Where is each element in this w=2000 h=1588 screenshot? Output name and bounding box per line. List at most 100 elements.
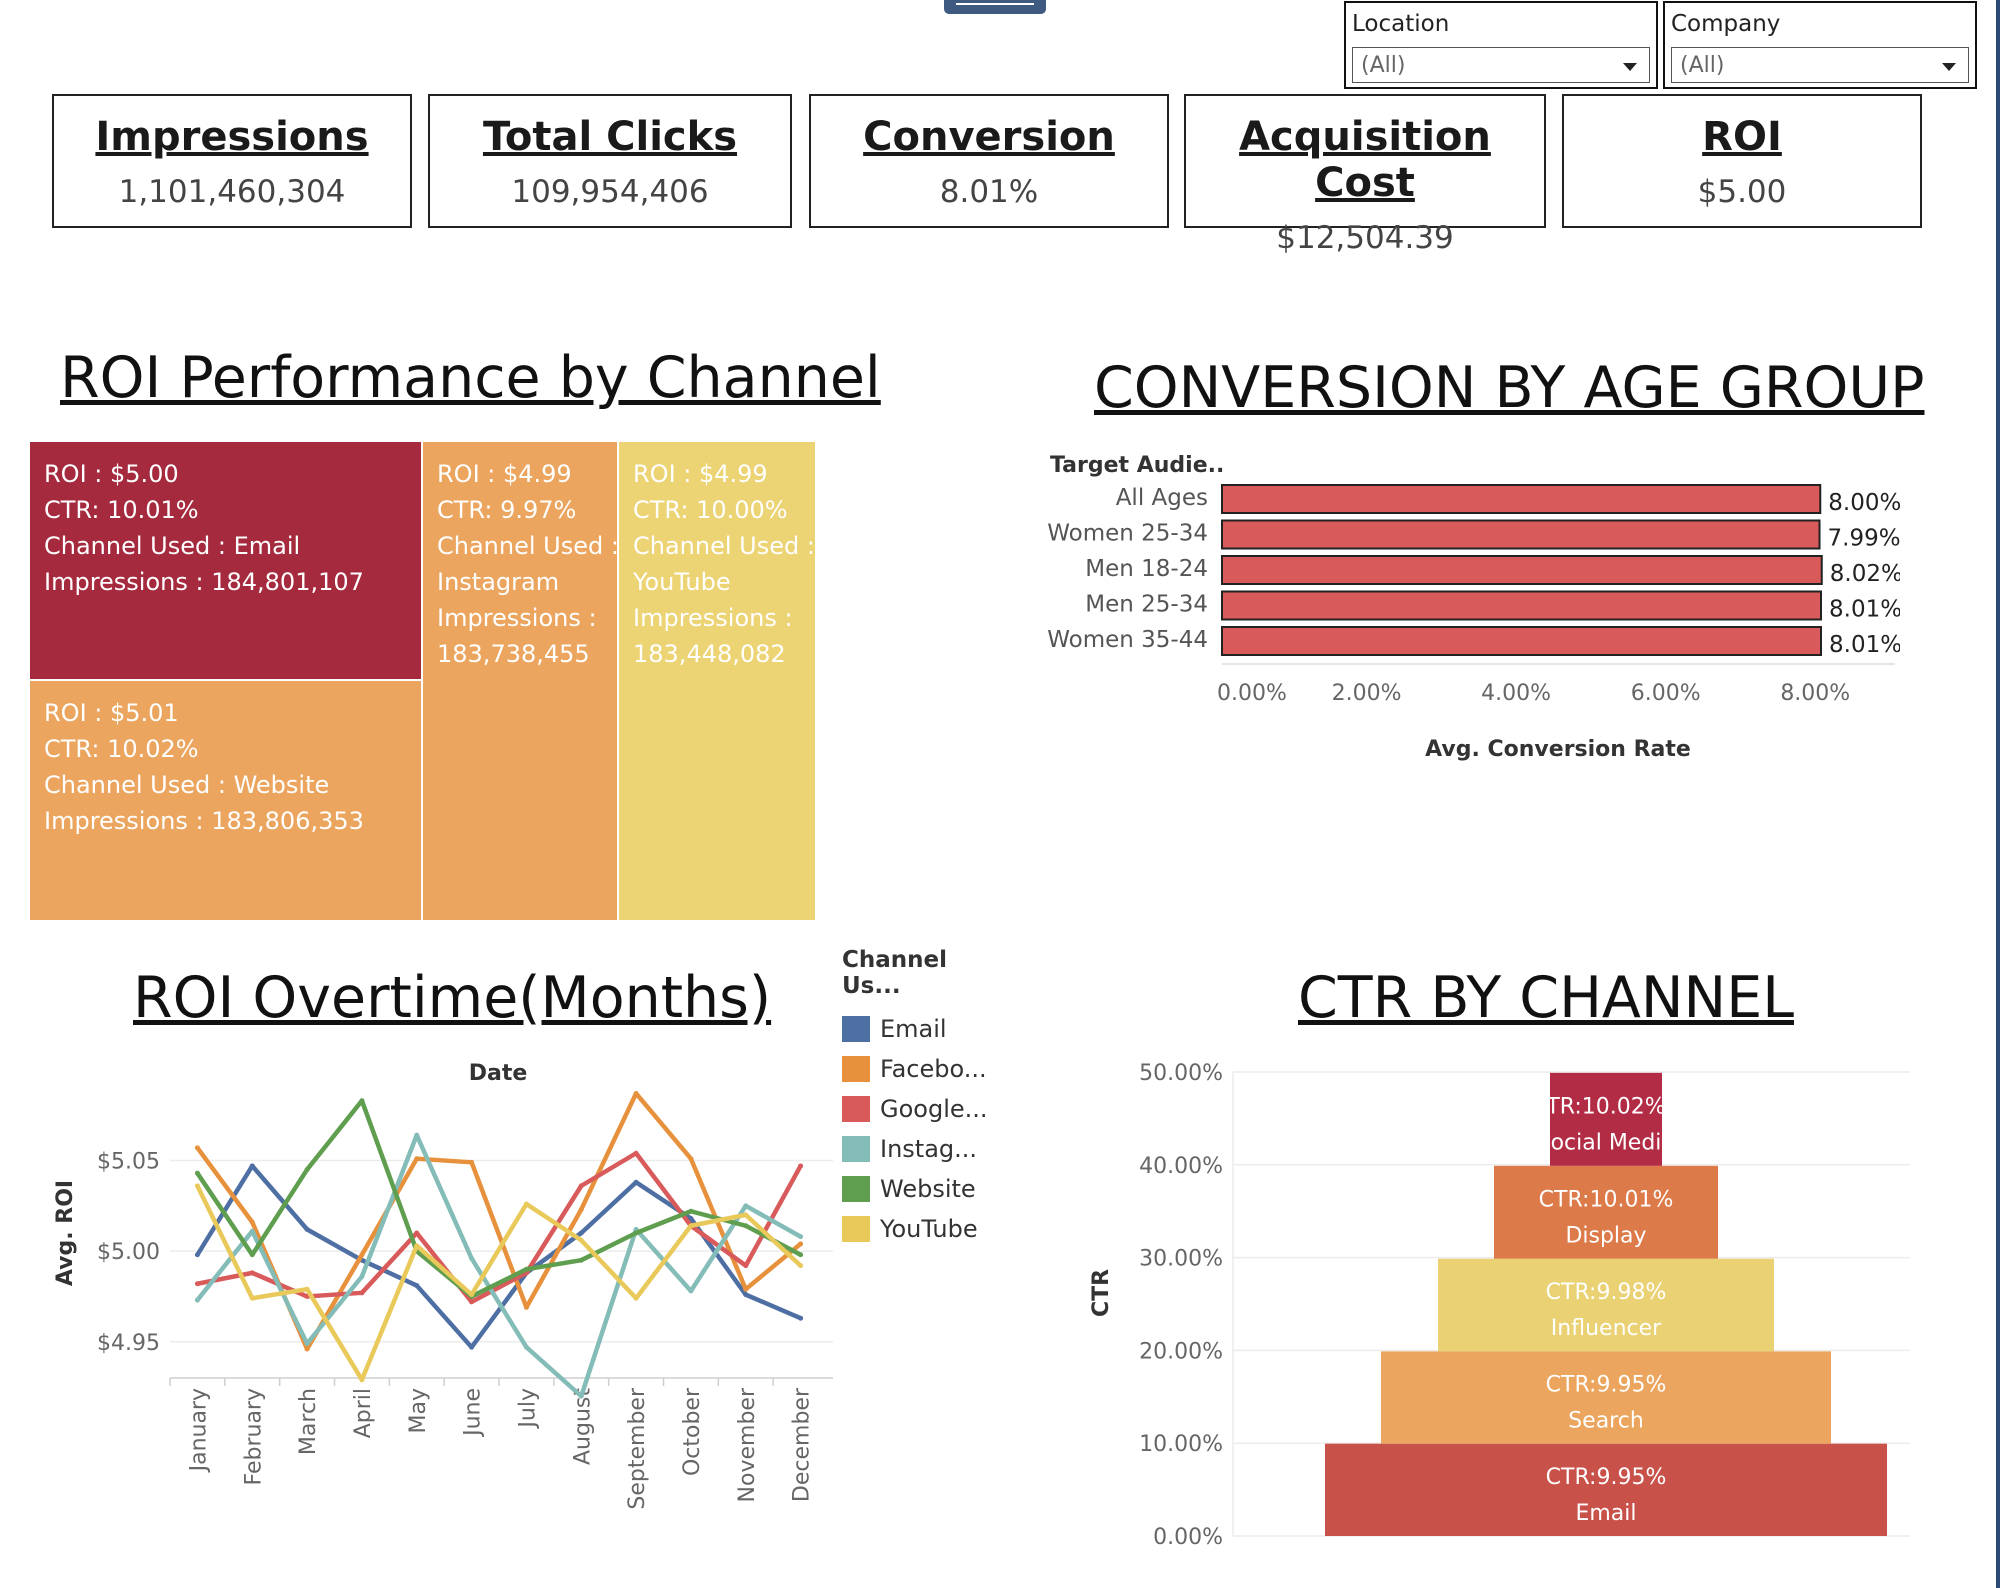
- tile-line: ROI : $4.99: [633, 460, 768, 488]
- kpi-value: 8.01%: [939, 174, 1039, 210]
- legend-label: Facebo...: [880, 1055, 987, 1083]
- y-axis-title: Avg. ROI: [53, 1180, 78, 1286]
- chevron-down-icon: [1623, 63, 1637, 71]
- y-axis-title: CTR: [1089, 1269, 1114, 1317]
- series-5-point: [633, 1295, 639, 1301]
- legend-item-email[interactable]: Email: [842, 1009, 1002, 1049]
- series-4-point: [798, 1252, 804, 1258]
- series-5-point: [194, 1183, 200, 1189]
- tile-line: 183,738,455: [437, 640, 590, 668]
- series-0-point: [578, 1230, 584, 1236]
- series-5-point: [578, 1237, 584, 1243]
- legend-title: Channel Us...: [842, 947, 948, 999]
- bar-2[interactable]: [1221, 555, 1823, 585]
- kpi-title: Total Clicks: [482, 114, 738, 160]
- series-0-point: [414, 1283, 420, 1289]
- tile-line: CTR: 10.01%: [44, 496, 199, 524]
- funnel-channel-label: Display: [1565, 1223, 1646, 1248]
- bar-4[interactable]: [1221, 626, 1823, 656]
- bar-1[interactable]: [1221, 519, 1821, 550]
- dashboard-tab-handle[interactable]: [944, 0, 1046, 14]
- treemap-tile-youtube[interactable]: ROI : $4.99 CTR: 10.00% Channel Used : Y…: [619, 442, 815, 920]
- legend-label: Instag...: [880, 1135, 978, 1163]
- series-3-point: [688, 1288, 694, 1294]
- funnel-channel-label: Search: [1568, 1408, 1644, 1433]
- tile-line: CTR: 9.97%: [437, 496, 577, 524]
- series-line-2[interactable]: [196, 1151, 803, 1305]
- series-0-point: [633, 1179, 639, 1185]
- series-0-point: [743, 1292, 749, 1298]
- kpi-title: Acquisition Cost: [1239, 114, 1491, 206]
- kpi-title: Impressions: [95, 114, 369, 160]
- conversion-age-chart: Target Audie.. All Ages 8.00% Women 25-34 7.…: [1047, 453, 1900, 762]
- series-3-point: [249, 1228, 255, 1234]
- company-filter-dropdown[interactable]: (All): [1671, 47, 1969, 83]
- series-1-point: [249, 1219, 255, 1225]
- tile-line: 183,448,082: [633, 640, 786, 668]
- series-line-3[interactable]: [195, 1132, 802, 1399]
- funnel-channel-label: ocial Medi: [1551, 1130, 1662, 1155]
- legend-item-instagram[interactable]: Instag...: [842, 1129, 1002, 1169]
- tile-line: Instagram: [437, 568, 560, 596]
- location-filter-label: Location: [1352, 11, 1450, 37]
- series-2-point: [578, 1183, 584, 1189]
- treemap-tile-website[interactable]: ROI : $5.01 CTR: 10.02% Channel Used : W…: [30, 681, 423, 920]
- series-5-point: [414, 1243, 420, 1249]
- series-1-point: [578, 1206, 584, 1212]
- x-axis-title: Avg. Conversion Rate: [1425, 737, 1691, 762]
- legend-item-youtube[interactable]: YouTube: [842, 1209, 1002, 1249]
- series-5-point: [249, 1295, 255, 1301]
- roi-overtime-chart: Date $4.95 $5.00 $5.05 Avg. ROI January Februa…: [53, 1061, 833, 1510]
- legend-item-facebook[interactable]: Facebo...: [842, 1049, 1002, 1089]
- category-label: Women 35-44: [1047, 627, 1208, 653]
- bar-0[interactable]: [1221, 484, 1822, 514]
- series-3-point: [743, 1203, 749, 1209]
- x-tick-label: March: [296, 1388, 321, 1455]
- conversion-age-title: CONVERSION BY AGE GROUP: [1094, 355, 1925, 421]
- tile-line: ROI : $5.01: [44, 699, 179, 727]
- x-tick-label: 4.00%: [1481, 681, 1551, 706]
- company-filter: Company (All): [1663, 1, 1977, 89]
- value-label: 8.00%: [1828, 490, 1900, 516]
- legend-swatch: [842, 1176, 870, 1202]
- tile-line: Impressions :: [633, 604, 793, 632]
- x-tick-label: December: [790, 1387, 815, 1502]
- y-tick-label: 50.00%: [1139, 1061, 1223, 1086]
- series-4-point: [249, 1252, 255, 1258]
- legend-item-google[interactable]: Google...: [842, 1089, 1002, 1129]
- series-3-point: [359, 1274, 365, 1279]
- tile-line: ROI : $5.00: [44, 460, 179, 488]
- location-filter-dropdown[interactable]: (All): [1352, 47, 1650, 83]
- treemap-tile-instagram[interactable]: ROI : $4.99 CTR: 9.97% Channel Used : In…: [423, 442, 619, 920]
- series-1-point: [743, 1286, 749, 1292]
- series-4-point: [578, 1257, 584, 1263]
- series-1-point: [469, 1159, 475, 1165]
- treemap-tile-email[interactable]: ROI : $5.00 CTR: 10.01% Channel Used : E…: [30, 442, 423, 681]
- series-3-point: [414, 1132, 420, 1138]
- series-4-point: [304, 1167, 310, 1173]
- kpi-value: $12,504.39: [1276, 220, 1454, 256]
- x-tick-label: August: [570, 1388, 595, 1465]
- series-4-point: [523, 1266, 529, 1272]
- series-5-point: [359, 1377, 365, 1383]
- series-line-0[interactable]: [195, 1163, 802, 1350]
- series-0-point: [249, 1163, 255, 1169]
- series-1-point: [633, 1090, 639, 1096]
- kpi-value: $5.00: [1697, 174, 1787, 210]
- kpi-value: 1,101,460,304: [118, 174, 346, 210]
- series-5-point: [743, 1212, 749, 1218]
- kpi-roi: ROI $5.00: [1562, 94, 1922, 228]
- bar-3[interactable]: [1221, 590, 1823, 621]
- legend-item-website[interactable]: Website: [842, 1169, 1002, 1209]
- series-3-point: [578, 1393, 584, 1399]
- series-3-point: [798, 1234, 804, 1240]
- x-tick-label: November: [735, 1387, 760, 1502]
- series-1-point: [688, 1156, 694, 1162]
- value-label: 8.02%: [1830, 561, 1900, 587]
- series-2-point: [798, 1163, 804, 1169]
- tile-line: ROI : $4.99: [437, 460, 572, 488]
- tile-line: Impressions :: [437, 604, 597, 632]
- kpi-title: Conversion: [863, 114, 1115, 160]
- series-4-point: [688, 1208, 694, 1214]
- series-3-point: [469, 1255, 475, 1261]
